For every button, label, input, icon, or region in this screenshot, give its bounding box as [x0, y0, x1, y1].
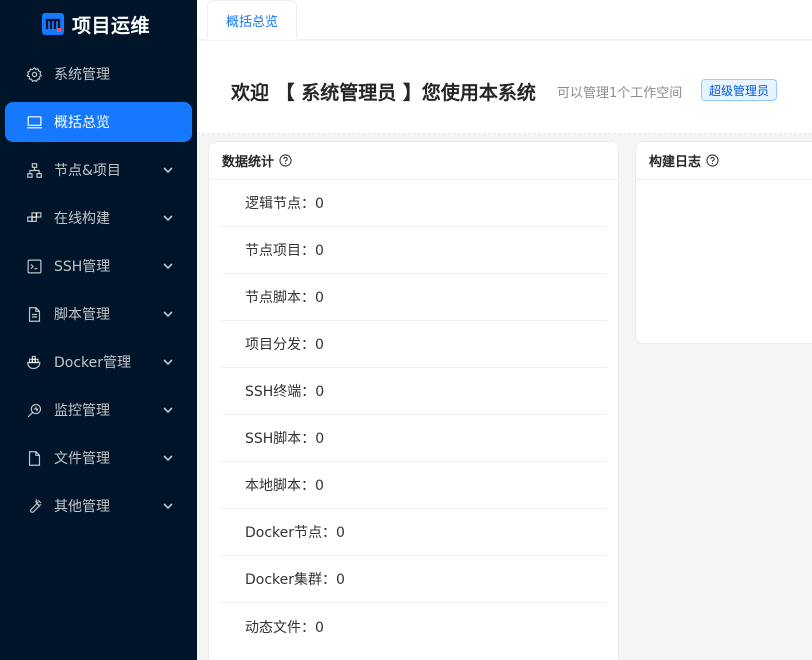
sidebar-item-label: 在线构建: [54, 211, 110, 227]
question-circle-icon[interactable]: [279, 154, 292, 167]
gear-icon: [24, 64, 44, 84]
sidebar-item-overview[interactable]: 概括总览: [5, 102, 192, 142]
sidebar-item-ssh[interactable]: SSH管理: [5, 246, 192, 286]
sidebar-item-label: 文件管理: [54, 451, 110, 467]
main-content: 概括总览 欢迎 【 系统管理员 】您使用本系统 可以管理1个工作空间 超级管理员…: [197, 0, 812, 660]
sidebar-item-label: 系统管理: [54, 67, 110, 83]
file-text-icon: [24, 304, 44, 324]
sidebar-item-scripts[interactable]: 脚本管理: [5, 294, 192, 334]
sidebar-item-label: 脚本管理: [54, 307, 110, 323]
stats-card-title: 数据统计: [222, 155, 275, 170]
sidebar-item-label: 概括总览: [54, 115, 110, 131]
stat-row-ssh-terminals: SSH终端：0: [221, 368, 607, 415]
sidebar-item-system[interactable]: 系统管理: [5, 54, 192, 94]
sidebar-item-nodes-projects[interactable]: 节点&项目: [5, 150, 192, 190]
chevron-down-icon: [163, 503, 173, 510]
chevron-down-icon: [163, 215, 173, 222]
chevron-down-icon: [163, 455, 173, 462]
sidebar-item-label: 监控管理: [54, 403, 110, 419]
sidebar-item-label: 节点&项目: [54, 163, 121, 179]
question-circle-icon[interactable]: [706, 154, 719, 167]
stat-row-ssh-scripts: SSH脚本：0: [221, 415, 607, 462]
stat-row-node-projects: 节点项目：0: [221, 227, 607, 274]
build-log-card: 构建日志: [635, 141, 812, 344]
stat-row-docker-clusters: Docker集群：0: [221, 556, 607, 603]
sidebar-item-files[interactable]: 文件管理: [5, 438, 192, 478]
sidebar-item-label: 其他管理: [54, 499, 110, 515]
terminal-icon: [24, 256, 44, 276]
chevron-down-icon: [163, 359, 173, 366]
stat-row-project-dispatch: 项目分发：0: [221, 321, 607, 368]
laptop-icon: [24, 112, 44, 132]
welcome-title: 欢迎 【 系统管理员 】您使用本系统: [231, 82, 536, 104]
docker-icon: [24, 352, 44, 372]
chevron-down-icon: [163, 407, 173, 414]
app-logo[interactable]: 项目运维: [42, 10, 150, 38]
stat-row-docker-nodes: Docker节点：0: [221, 509, 607, 556]
stat-row-node-scripts: 节点脚本：0: [221, 274, 607, 321]
stats-card-header: 数据统计: [209, 142, 618, 180]
sidebar-item-label: Docker管理: [54, 355, 132, 371]
sidebar-item-docker[interactable]: Docker管理: [5, 342, 192, 382]
stats-list: 逻辑节点：0 节点项目：0 节点脚本：0 项目分发：0 SSH终端：0 SSH脚…: [221, 180, 607, 650]
sidebar-item-label: SSH管理: [54, 259, 111, 275]
sidebar-menu: 系统管理 概括总览 节点&项目 在线构建 SSH管理 脚本管理 Docker管理…: [0, 54, 197, 534]
stat-row-dynamic-files: 动态文件：0: [245, 619, 324, 636]
sidebar-item-other[interactable]: 其他管理: [5, 486, 192, 526]
logo-icon: [42, 13, 64, 35]
welcome-banner: 欢迎 【 系统管理员 】您使用本系统 可以管理1个工作空间 超级管理员: [197, 41, 812, 134]
chevron-down-icon: [163, 167, 173, 174]
chevron-down-icon: [163, 311, 173, 318]
role-badge: 超级管理员: [701, 79, 778, 101]
tab-overview[interactable]: 概括总览: [207, 0, 297, 40]
sidebar-item-monitor[interactable]: 监控管理: [5, 390, 192, 430]
chevron-down-icon: [163, 263, 173, 270]
tool-icon: [24, 496, 44, 516]
app-title: 项目运维: [72, 14, 151, 37]
file-icon: [24, 448, 44, 468]
tab-bar: 概括总览: [197, 0, 812, 40]
monitor-icon: [24, 400, 44, 420]
stat-row-local-scripts: 本地脚本：0: [221, 462, 607, 509]
sidebar: 项目运维 系统管理 概括总览 节点&项目 在线构建 SSH管理 脚本管理 Doc…: [0, 0, 197, 660]
build-icon: [24, 208, 44, 228]
stats-card: 数据统计 逻辑节点：0 节点项目：0 节点脚本：0 项目分发：0 SSH终端：0…: [208, 141, 619, 660]
stat-row-logic-nodes: 逻辑节点：0: [221, 180, 607, 227]
cluster-icon: [24, 160, 44, 180]
workspace-count-text: 可以管理1个工作空间: [557, 86, 683, 101]
build-log-card-header: 构建日志: [636, 142, 812, 180]
build-log-card-title: 构建日志: [649, 155, 702, 170]
sidebar-item-online-build[interactable]: 在线构建: [5, 198, 192, 238]
